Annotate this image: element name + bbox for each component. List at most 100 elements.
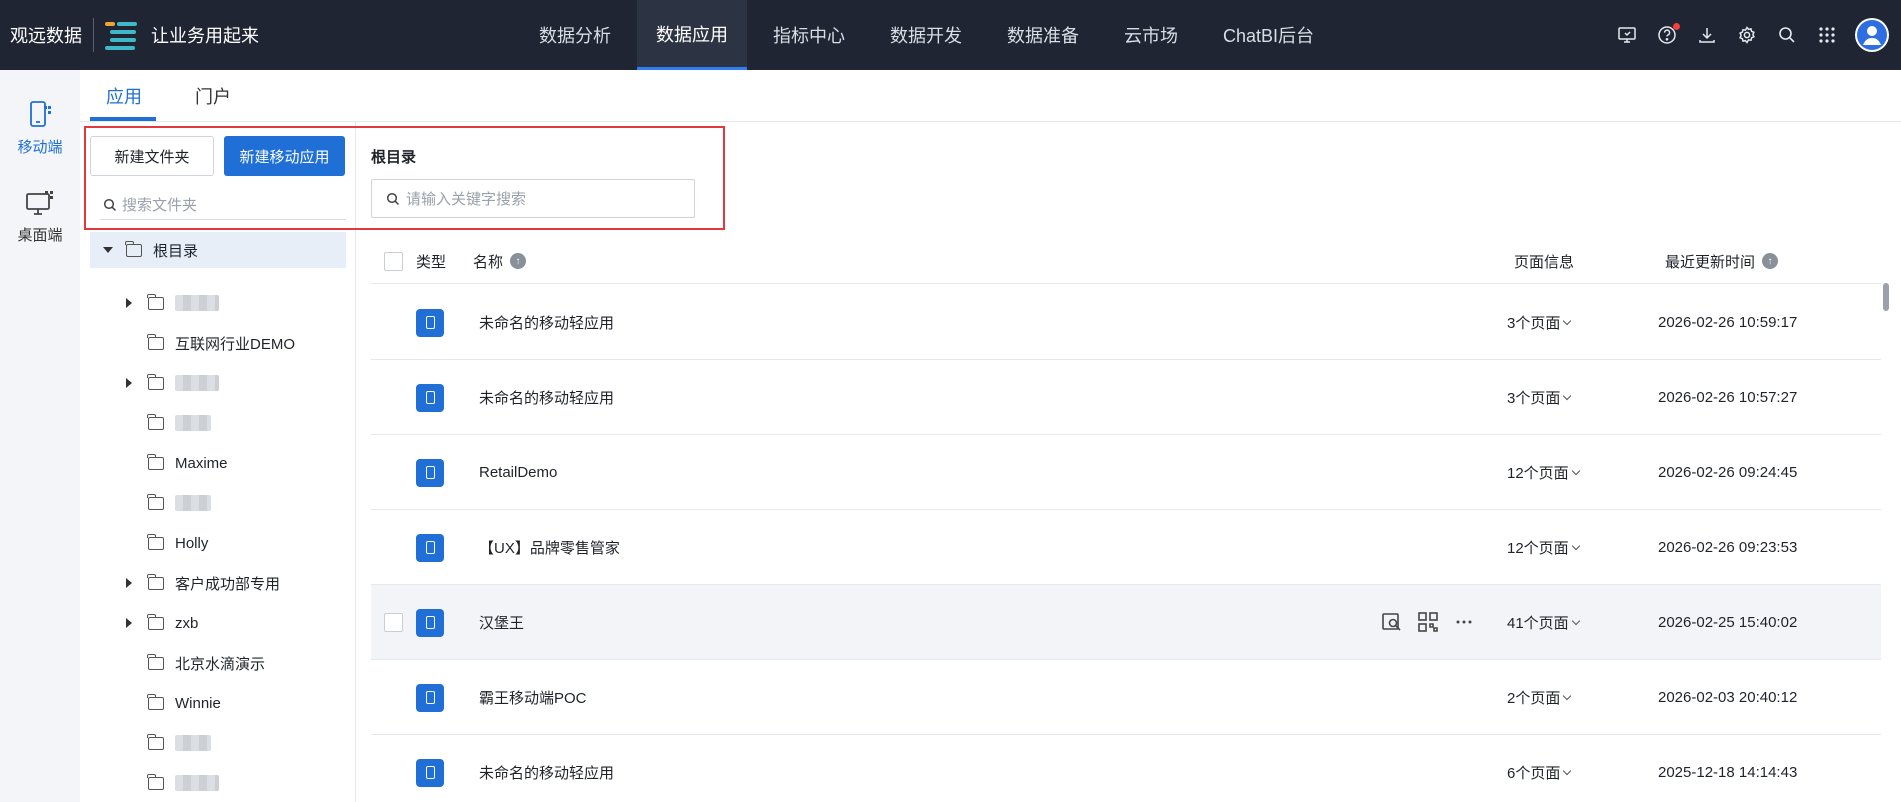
sort-icon[interactable]: ↑ — [1762, 253, 1779, 269]
tree-folder-item[interactable] — [126, 488, 211, 518]
rail-mobile[interactable]: 移动端 — [0, 100, 80, 157]
tree-folder-item[interactable] — [126, 368, 219, 398]
caret-right-icon[interactable] — [126, 578, 136, 588]
settings-icon[interactable] — [1735, 23, 1759, 47]
folder-search-input[interactable]: 搜索文件夹 — [100, 190, 346, 220]
nav-metric-center[interactable]: 指标中心 — [754, 0, 864, 70]
tree-folder-item[interactable] — [126, 728, 211, 758]
table-row[interactable]: RetailDemo 12个页面 2026-02-26 09:24:45 — [371, 435, 1881, 510]
updated-time: 2026-02-26 09:24:45 — [1658, 464, 1798, 481]
notification-dot — [1673, 23, 1680, 30]
page-info-dropdown[interactable]: 3个页面 — [1507, 360, 1572, 435]
tree-root-label: 根目录 — [153, 242, 199, 260]
tree-folder-item[interactable] — [126, 408, 211, 438]
table-row[interactable]: 霸王移动端POC 2个页面 2026-02-03 20:40:12 — [371, 660, 1881, 735]
table-row[interactable]: 汉堡王 41个页面 2026-02-25 15:40:02 — [371, 585, 1881, 660]
apps-grid-icon[interactable] — [1815, 23, 1839, 47]
tree-folder-label: Holly — [175, 534, 209, 552]
brand-name[interactable]: 观远数据 — [10, 0, 82, 70]
page-info-dropdown[interactable]: 6个页面 — [1507, 735, 1572, 802]
page-count: 12个页面 — [1507, 465, 1569, 482]
page-info-dropdown[interactable]: 12个页面 — [1507, 510, 1580, 585]
keyword-search-input[interactable]: 请输入关键字搜索 — [371, 179, 695, 218]
platform-rail: 移动端 桌面端 — [0, 70, 80, 802]
mobile-app-icon — [416, 360, 444, 435]
app-name[interactable]: RetailDemo — [479, 435, 557, 510]
table-row[interactable]: 未命名的移动轻应用 6个页面 2025-12-18 14:14:43 — [371, 735, 1881, 802]
mobile-icon — [30, 101, 51, 127]
folder-icon — [147, 333, 164, 350]
nav-chatbi-admin[interactable]: ChatBI后台 — [1204, 0, 1333, 70]
row-checkbox[interactable] — [384, 585, 403, 660]
table-row[interactable]: 未命名的移动轻应用 3个页面 2026-02-26 10:59:17 — [371, 285, 1881, 360]
app-name[interactable]: 汉堡王 — [479, 585, 524, 660]
nav-data-development[interactable]: 数据开发 — [871, 0, 981, 70]
page-count: 6个页面 — [1507, 765, 1561, 782]
rail-desktop-label: 桌面端 — [17, 227, 63, 244]
folder-icon — [147, 573, 164, 590]
tree-folder-item[interactable]: 北京水滴演示 — [126, 648, 265, 678]
tree-root[interactable]: 根目录 — [90, 232, 346, 268]
tree-folder-item[interactable]: zxb — [126, 608, 198, 638]
nav-data-preparation[interactable]: 数据准备 — [988, 0, 1098, 70]
scrollbar-thumb[interactable] — [1883, 283, 1889, 311]
header-icons — [1599, 0, 1889, 70]
page-info-dropdown[interactable]: 3个页面 — [1507, 285, 1572, 360]
app-name[interactable]: 未命名的移动轻应用 — [479, 285, 614, 360]
tab-app[interactable]: 应用 — [106, 70, 142, 122]
mobile-app-icon — [416, 285, 444, 360]
tree-folder-item[interactable]: Holly — [126, 528, 208, 558]
page-count: 3个页面 — [1507, 315, 1561, 332]
mobile-app-icon — [416, 585, 444, 660]
caret-right-icon[interactable] — [126, 618, 136, 628]
tree-folder-item[interactable]: 互联网行业DEMO — [126, 328, 295, 358]
help-icon[interactable] — [1655, 23, 1680, 47]
monitor-icon[interactable] — [1615, 23, 1639, 47]
column-updated[interactable]: 最近更新时间 ↑ — [1665, 238, 1779, 284]
table-row[interactable]: 未命名的移动轻应用 3个页面 2026-02-26 10:57:27 — [371, 360, 1881, 435]
tree-folder-label: zxb — [175, 614, 199, 632]
select-all-checkbox[interactable] — [384, 238, 403, 284]
updated-time: 2026-02-25 15:40:02 — [1658, 614, 1798, 631]
tree-folder-item[interactable]: 客户成功部专用 — [126, 568, 280, 598]
download-icon[interactable] — [1695, 23, 1719, 47]
tree-folder-label — [175, 735, 211, 751]
folder-icon — [147, 653, 164, 670]
qrcode-icon[interactable] — [1417, 611, 1439, 633]
keyword-search-placeholder: 请输入关键字搜索 — [406, 191, 527, 208]
nav-data-analysis[interactable]: 数据分析 — [520, 0, 630, 70]
app-name[interactable]: 未命名的移动轻应用 — [479, 360, 614, 435]
app-name[interactable]: 未命名的移动轻应用 — [479, 735, 614, 802]
nav-data-application[interactable]: 数据应用 — [637, 0, 747, 70]
page-info-dropdown[interactable]: 41个页面 — [1507, 585, 1580, 660]
updated-time: 2026-02-26 10:59:17 — [1658, 314, 1798, 331]
caret-right-icon[interactable] — [126, 378, 136, 388]
tab-portal[interactable]: 门户 — [195, 70, 231, 122]
folder-icon — [147, 493, 164, 510]
column-name[interactable]: 名称 ↑ — [473, 238, 527, 284]
caret-down-icon[interactable] — [103, 247, 113, 253]
sort-icon[interactable]: ↑ — [510, 253, 527, 269]
page-info-dropdown[interactable]: 12个页面 — [1507, 435, 1580, 510]
app-name[interactable]: 【UX】品牌零售管家 — [479, 510, 620, 585]
tree-folder-item[interactable]: Winnie — [126, 688, 221, 718]
tree-folder-item[interactable]: Maxime — [126, 448, 228, 478]
chevron-down-icon — [1571, 541, 1580, 550]
folder-search-placeholder: 搜索文件夹 — [122, 197, 198, 214]
app-name[interactable]: 霸王移动端POC — [479, 660, 587, 735]
new-mobile-app-button[interactable]: 新建移动应用 — [224, 136, 345, 176]
search-icon[interactable] — [1775, 23, 1799, 47]
preview-icon[interactable] — [1381, 611, 1403, 633]
tree-folder-item[interactable] — [126, 288, 219, 318]
caret-right-icon[interactable] — [126, 298, 136, 308]
tree-folder-item[interactable] — [126, 768, 219, 798]
new-folder-button[interactable]: 新建文件夹 — [90, 136, 214, 176]
avatar[interactable] — [1855, 18, 1889, 52]
nav-cloud-market[interactable]: 云市场 — [1105, 0, 1197, 70]
rail-desktop[interactable]: 桌面端 — [0, 190, 80, 245]
more-icon[interactable] — [1453, 611, 1475, 633]
page-info-dropdown[interactable]: 2个页面 — [1507, 660, 1572, 735]
table-row[interactable]: 【UX】品牌零售管家 12个页面 2026-02-26 09:23:53 — [371, 510, 1881, 585]
mobile-app-icon — [416, 660, 444, 735]
page-count: 12个页面 — [1507, 540, 1569, 557]
